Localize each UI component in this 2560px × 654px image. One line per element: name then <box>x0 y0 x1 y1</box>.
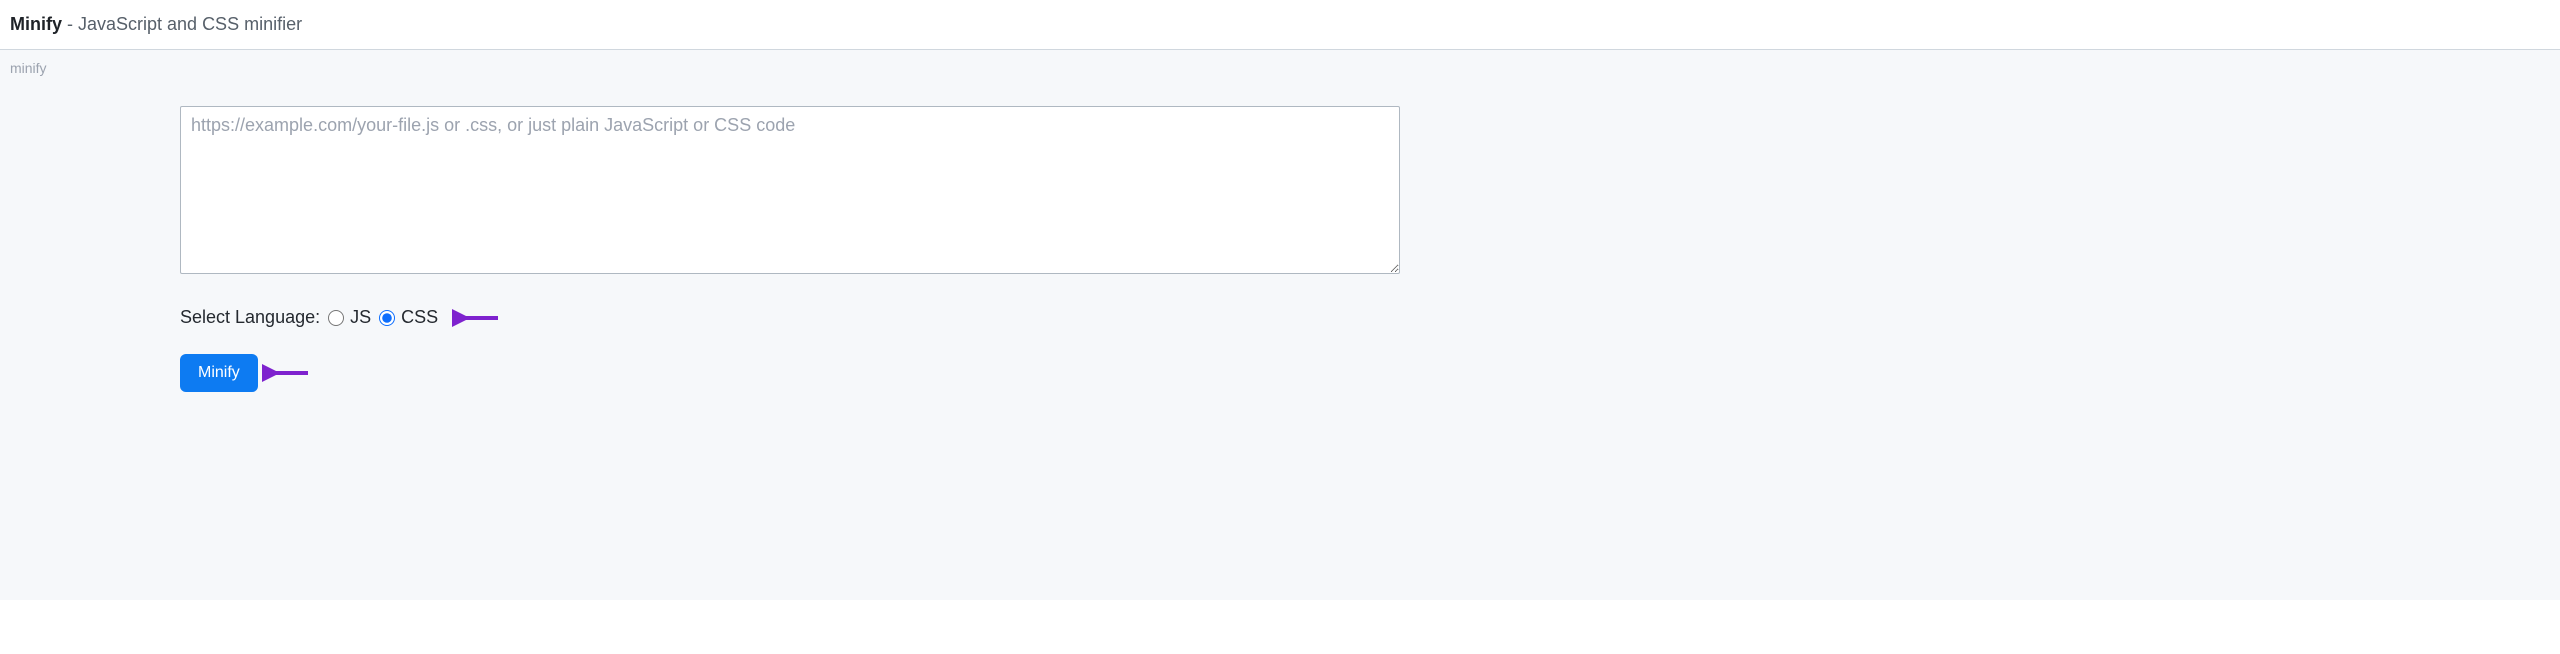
radio-js[interactable] <box>328 310 344 326</box>
page-header: Minify - JavaScript and CSS minifier <box>0 0 2560 50</box>
code-input[interactable] <box>180 106 1400 274</box>
breadcrumb: minify <box>0 50 2560 86</box>
lang-js-text: JS <box>350 307 371 328</box>
select-language-label: Select Language: <box>180 307 320 328</box>
radio-css[interactable] <box>379 310 395 326</box>
header-title-sub: - JavaScript and CSS minifier <box>62 14 302 34</box>
arrow-annotation-lang <box>452 306 500 330</box>
header-title-bold: Minify <box>10 14 62 34</box>
breadcrumb-label: minify <box>10 60 47 76</box>
main-region: minify Select Language: JS CSS <box>0 50 2560 600</box>
lang-option-js[interactable]: JS <box>328 307 371 328</box>
content-wrap: Select Language: JS CSS <box>180 86 1400 392</box>
lang-css-text: CSS <box>401 307 438 328</box>
lang-option-css[interactable]: CSS <box>379 307 438 328</box>
minify-row: Minify <box>180 354 1400 392</box>
arrow-annotation-button <box>262 361 310 385</box>
minify-button[interactable]: Minify <box>180 354 258 392</box>
language-row: Select Language: JS CSS <box>180 307 1400 328</box>
